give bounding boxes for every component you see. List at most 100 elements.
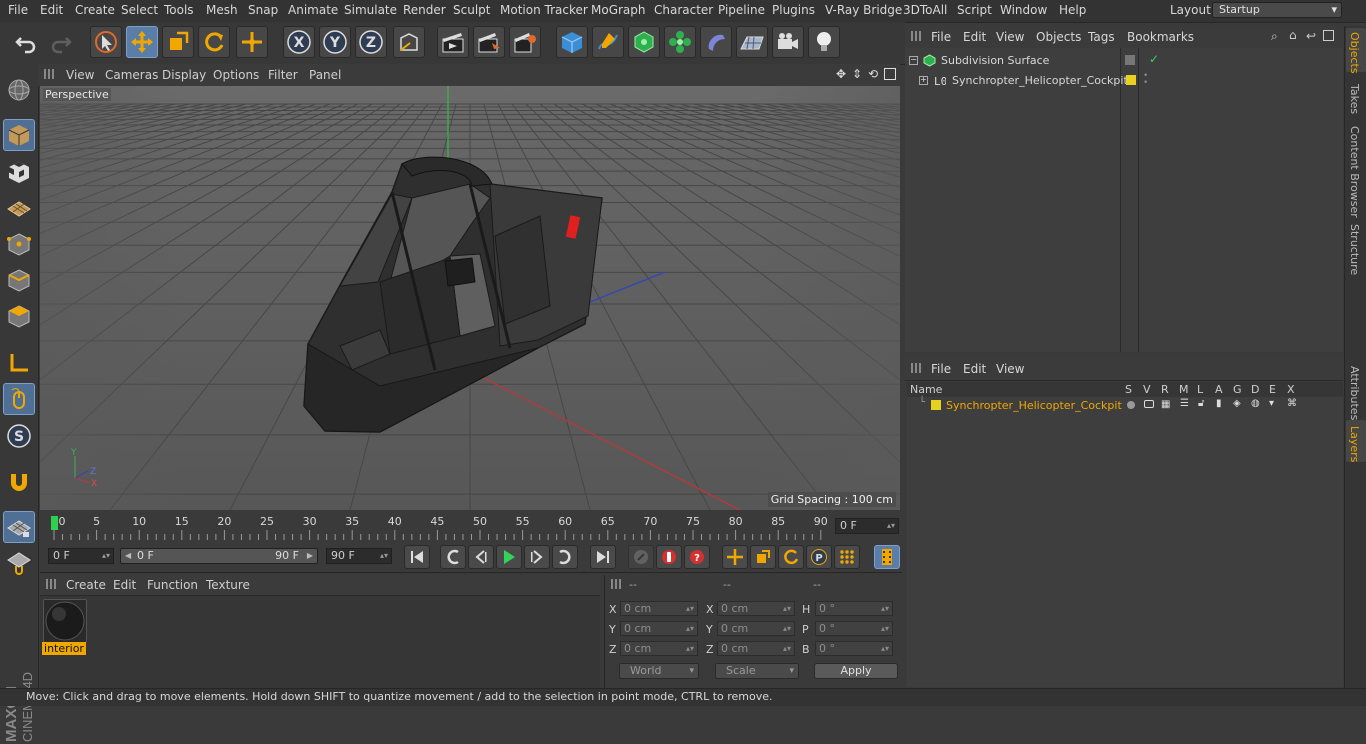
expression-icon[interactable]: ▾: [1269, 398, 1274, 409]
perspective-viewport[interactable]: Y Z X Perspective Grid Spacing : 100 cm: [40, 86, 900, 510]
object-menu-tags[interactable]: Tags: [1088, 30, 1115, 44]
range-left-arrow-icon[interactable]: ◀: [125, 549, 131, 563]
xref-icon[interactable]: ⌘: [1287, 398, 1297, 409]
add-nurbs-button[interactable]: [628, 26, 660, 58]
add-camera-button[interactable]: [772, 26, 804, 58]
animation-film-icon[interactable]: ▮: [1216, 398, 1222, 409]
tab-layers[interactable]: Layers: [1348, 426, 1361, 462]
manager-list-icon[interactable]: ☰: [1180, 398, 1189, 409]
enable-axis-button[interactable]: [3, 347, 35, 379]
render-view-button[interactable]: [437, 26, 469, 58]
menu-edit[interactable]: Edit: [40, 3, 63, 17]
material-menu-texture[interactable]: Texture: [206, 578, 250, 592]
render-settings-button[interactable]: [509, 26, 541, 58]
menu-vray-bridge[interactable]: V-Ray Bridge: [825, 3, 902, 17]
column-expressions[interactable]: E: [1269, 383, 1276, 396]
lock-icon[interactable]: 🔓︎: [1198, 398, 1204, 409]
column-xrefs[interactable]: X: [1287, 383, 1295, 396]
position-z-field[interactable]: 0 cm ▴▾: [620, 641, 698, 656]
go-to-end-button[interactable]: [590, 545, 616, 569]
viewport-menu-options[interactable]: Options: [213, 68, 259, 82]
x-axis-lock-button[interactable]: X: [283, 26, 315, 58]
start-frame-field[interactable]: 0 F ▴▾: [48, 548, 114, 564]
layout-select[interactable]: Startup ▾: [1212, 2, 1342, 18]
add-array-button[interactable]: [664, 26, 696, 58]
redo-button[interactable]: [45, 26, 77, 58]
tab-attributes[interactable]: Attributes: [1348, 366, 1361, 420]
menu-render[interactable]: Render: [403, 3, 446, 17]
layer-color-swatch[interactable]: [1126, 75, 1136, 85]
back-arrow-icon[interactable]: ↩: [1306, 29, 1316, 43]
visibility-dots-icon[interactable]: • •: [1143, 72, 1148, 88]
add-deformer-button[interactable]: [700, 26, 732, 58]
preview-range-slider[interactable]: ◀ 0 F 90 F ▶: [120, 548, 318, 564]
workplane-mode-button[interactable]: [3, 192, 35, 224]
menu-motion-tracker[interactable]: Motion Tracker: [500, 3, 588, 17]
expand-toggle-icon[interactable]: +: [919, 76, 928, 85]
viewport-menu-cameras[interactable]: Cameras: [105, 68, 158, 82]
object-name[interactable]: Subdivision Surface: [941, 54, 1049, 67]
add-spline-button[interactable]: [592, 26, 624, 58]
eye-icon[interactable]: [1144, 400, 1154, 408]
material-name[interactable]: interior: [42, 642, 86, 655]
viewport-pan-icon[interactable]: ✥: [836, 67, 846, 81]
material-menu-create[interactable]: Create: [66, 578, 106, 592]
menu-sculpt[interactable]: Sculpt: [453, 3, 490, 17]
polygons-mode-button[interactable]: [3, 300, 35, 332]
live-selection-button[interactable]: [90, 26, 122, 58]
model-mode-button[interactable]: [3, 119, 35, 151]
menu-character[interactable]: Character: [654, 3, 713, 17]
column-name[interactable]: Name: [910, 383, 942, 396]
points-mode-button[interactable]: [3, 228, 35, 260]
menu-file[interactable]: File: [8, 3, 28, 17]
viewport-zoom-icon[interactable]: ⇕: [852, 67, 862, 81]
layer-row[interactable]: └ Synchropter_Helicopter_Cockpit ▦ ☰ 🔓︎ …: [907, 397, 1343, 414]
record-keys-button[interactable]: [628, 545, 654, 569]
add-cube-button[interactable]: [556, 26, 588, 58]
key-rotation-button[interactable]: [778, 545, 804, 569]
generator-icon[interactable]: ◈: [1233, 398, 1241, 409]
texture-mode-button[interactable]: [3, 156, 35, 188]
position-x-field[interactable]: 0 cm ▴▾: [620, 601, 698, 616]
key-pla-button[interactable]: [834, 545, 860, 569]
edges-mode-button[interactable]: [3, 264, 35, 296]
transform-tool-button[interactable]: [236, 26, 268, 58]
object-row-cockpit[interactable]: + L0 Synchropter_Helicopter_Cockpit • •: [905, 72, 1343, 90]
viewport-menu-panel[interactable]: Panel: [309, 68, 341, 82]
add-light-button[interactable]: [808, 26, 840, 58]
new-window-icon[interactable]: [1323, 30, 1334, 41]
checkmark-icon[interactable]: ✓: [1149, 52, 1159, 66]
tab-structure[interactable]: Structure: [1348, 224, 1361, 275]
end-frame-field[interactable]: 90 F ▴▾: [326, 548, 392, 564]
timeline-ruler[interactable]: 0 5 10 15 20 25 30 35 40 45 50 55 60 65 70 75 80 85 90 0 F…: [40, 512, 900, 542]
menu-pipeline[interactable]: Pipeline: [718, 3, 765, 17]
viewport-menu-view[interactable]: View: [66, 68, 94, 82]
object-name[interactable]: Synchropter_Helicopter_Cockpit: [952, 74, 1128, 87]
playhead-marker[interactable]: [51, 516, 58, 530]
tweak-mode-button[interactable]: [3, 383, 35, 415]
column-deformers[interactable]: D: [1251, 383, 1259, 396]
workplane-snap-button[interactable]: [3, 511, 35, 543]
home-icon[interactable]: ⌂: [1289, 28, 1297, 42]
object-menu-objects[interactable]: Objects: [1036, 30, 1081, 44]
material-thumbnail[interactable]: [43, 599, 87, 643]
menu-select[interactable]: Select: [121, 3, 158, 17]
tab-objects[interactable]: Objects: [1348, 32, 1361, 74]
render-picture-viewer-button[interactable]: [473, 26, 505, 58]
menu-animate[interactable]: Animate: [288, 3, 338, 17]
viewport-menu-filter[interactable]: Filter: [268, 68, 298, 82]
key-scale-button[interactable]: [750, 545, 776, 569]
layer-menu-file[interactable]: File: [931, 362, 951, 376]
object-row-subdivision-surface[interactable]: − Subdivision Surface ✓: [905, 52, 1343, 70]
make-editable-button[interactable]: [3, 74, 35, 106]
y-axis-lock-button[interactable]: Y: [319, 26, 351, 58]
snap-button[interactable]: [3, 466, 35, 498]
autokeying-button[interactable]: [656, 545, 682, 569]
size-z-field[interactable]: 0 cm ▴▾: [717, 641, 795, 656]
tab-content-browser[interactable]: Content Browser: [1348, 126, 1361, 218]
column-animation[interactable]: A: [1215, 383, 1223, 396]
viewport-maximize-icon[interactable]: [884, 68, 896, 80]
size-y-field[interactable]: 0 cm ▴▾: [717, 621, 795, 636]
undo-button[interactable]: [10, 26, 42, 58]
menu-snap[interactable]: Snap: [248, 3, 278, 17]
